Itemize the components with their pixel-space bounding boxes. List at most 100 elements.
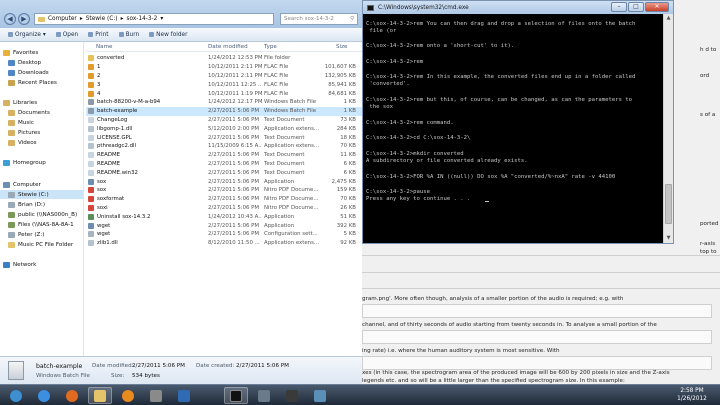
breadcrumb-drive[interactable]: Stewie (C:) (86, 16, 118, 22)
window-icon (258, 389, 270, 402)
file-row[interactable]: LICENSE.GPL 2/27/2011 5:06 PM Text Documen… (86, 133, 362, 142)
file-row[interactable]: pthreadgc2.dll 11/15/2009 6:15 A... Applic… (86, 142, 362, 151)
taskbar-app-10[interactable] (308, 387, 332, 404)
file-date: 2/27/2011 5:06 PM (208, 231, 260, 238)
scroll-down-arrow[interactable]: ▼ (664, 234, 673, 243)
scroll-thumb[interactable] (665, 184, 672, 224)
background-text-line: r-axis (700, 241, 716, 247)
file-row[interactable]: soxformat 2/27/2011 5:06 PM Nitro PDF Docu… (86, 195, 362, 204)
cmd-scrollbar[interactable]: ▲ ▼ (663, 14, 673, 243)
organize-button[interactable]: Organize ▾ (8, 32, 46, 38)
file-type: Application (264, 222, 295, 229)
search-input[interactable]: Search sox-14-3-2 ⚲ (280, 13, 358, 25)
config-file-icon (88, 231, 94, 238)
taskbar-firefox[interactable] (60, 387, 84, 404)
file-row[interactable]: sox 2/27/2011 5:06 PM Nitro PDF Docume... 1… (86, 186, 362, 195)
open-button[interactable]: Open (55, 31, 79, 38)
recent-places-icon (8, 79, 15, 86)
nav-item[interactable]: Desktop (0, 58, 83, 67)
nav-item[interactable]: Computer (0, 180, 83, 189)
breadcrumb-folder[interactable]: sox-14-3-2 (126, 16, 157, 22)
taskbar-cmd[interactable] (224, 387, 248, 404)
nav-item[interactable]: Brian (D:) (0, 200, 83, 209)
new-folder-button[interactable]: New folder (149, 32, 188, 38)
nav-item[interactable]: Documents (0, 108, 83, 117)
nav-item[interactable]: Downloads (0, 68, 83, 77)
nav-item[interactable]: Recent Places (0, 78, 83, 87)
nav-item[interactable]: Network (0, 260, 83, 269)
nav-item-label: Desktop (18, 59, 42, 66)
file-row[interactable]: zlib1.dll 8/12/2010 11:50 ... Application … (86, 239, 362, 248)
file-row[interactable]: wget 2/27/2011 5:06 PM Application 392 KB (86, 221, 362, 230)
file-type: FLAC File (264, 64, 289, 71)
scroll-up-arrow[interactable]: ▲ (664, 14, 673, 23)
nav-item[interactable]: Music (0, 118, 83, 127)
details-created-label: Date created: (196, 363, 235, 369)
file-date: 2/27/2011 5:06 PM (208, 204, 260, 211)
burn-button[interactable]: Burn (118, 32, 139, 38)
nav-item[interactable]: Favorites (0, 48, 83, 57)
file-row[interactable]: soxi 2/27/2011 5:06 PM Nitro PDF Docume...… (86, 204, 362, 213)
file-row[interactable]: 3 10/12/2011 12:25 ... FLAC File 85,941 KB (86, 80, 362, 89)
file-size: 159 KB (336, 187, 356, 194)
open-label: Open (62, 31, 79, 38)
close-button[interactable]: ✕ (645, 2, 669, 12)
nav-item[interactable]: public (\\NAS000n_B) (0, 210, 83, 219)
file-row[interactable]: 1 10/12/2011 2:11 PM FLAC File 101,607 KB (86, 63, 362, 72)
file-date: 11/15/2009 6:15 A... (208, 143, 262, 150)
column-name[interactable]: Name (96, 44, 113, 50)
file-row[interactable]: README 2/27/2011 5:06 PM Text Document 11 K… (86, 151, 362, 160)
nav-item[interactable]: Files (\\NAS-8A-8A-1 (0, 220, 83, 229)
file-row[interactable]: README 2/27/2011 5:06 PM Text Document 6 KB (86, 160, 362, 169)
clock-date: 1/26/2012 (677, 395, 707, 402)
file-name: sox (97, 178, 107, 185)
file-type: Nitro PDF Docume... (264, 196, 319, 203)
details-created: 2/27/2011 5:06 PM (236, 363, 289, 369)
cmd-output[interactable]: C:\sox-14-3-2>rem You can then drag and … (366, 17, 662, 241)
clock[interactable]: 2:58 PM 1/26/2012 (672, 388, 712, 403)
taskbar-app-6[interactable] (172, 387, 196, 404)
nav-item[interactable]: Stewie (C:) (0, 190, 83, 199)
taskbar-ie[interactable] (32, 387, 56, 404)
nav-item[interactable]: Peter (Z:) (0, 230, 83, 239)
nav-item[interactable]: Homegroup (0, 158, 83, 167)
taskbar-app-8[interactable] (252, 387, 276, 404)
back-button[interactable]: ◀ (4, 13, 16, 25)
taskbar-app-9[interactable] (280, 387, 304, 404)
forward-button[interactable]: ▶ (18, 13, 30, 25)
start-orb[interactable] (4, 387, 28, 404)
taskbar-mediaplayer[interactable] (116, 387, 140, 404)
column-date[interactable]: Date modified (208, 44, 248, 50)
minimize-button[interactable]: – (611, 2, 627, 12)
print-button[interactable]: Print (88, 32, 109, 38)
nav-item[interactable]: Libraries (0, 98, 83, 107)
file-row[interactable]: batch-88200-v-M-a-b94 1/24/2012 12:17 PM W… (86, 98, 362, 107)
nav-item[interactable]: Pictures (0, 128, 83, 137)
nav-item[interactable]: Music PC File Folder (0, 240, 83, 249)
file-row[interactable]: 2 10/12/2011 2:11 PM FLAC File 132,905 KB (86, 72, 362, 81)
file-row[interactable]: 4 10/12/2011 1:19 PM FLAC File 84,681 KB (86, 89, 362, 98)
folder-icon (8, 241, 15, 248)
file-row[interactable]: converted 1/24/2012 12:53 PM File folder (86, 54, 362, 63)
file-row[interactable]: ChangeLog 2/27/2011 5:06 PM Text Document 7… (86, 116, 362, 125)
file-row[interactable]: README.win32 2/27/2011 5:06 PM Text Docume… (86, 168, 362, 177)
file-row[interactable]: Uninstall sox-14.3.2 1/24/2012 10:43 A...… (86, 212, 362, 221)
column-type[interactable]: Type (264, 44, 277, 50)
file-size: 6 KB (343, 169, 356, 176)
maximize-button[interactable]: □ (628, 2, 644, 12)
internet-explorer-icon (38, 389, 50, 402)
file-name: LICENSE.GPL (97, 134, 132, 141)
details-name: batch-example (36, 363, 83, 370)
taskbar-explorer[interactable] (88, 387, 112, 404)
column-size[interactable]: Size (336, 44, 347, 50)
file-row[interactable]: sox 2/27/2011 5:06 PM Application 2,475 KB (86, 177, 362, 186)
file-row[interactable]: wget 2/27/2011 5:06 PM Configuration sett.… (86, 230, 362, 239)
file-row[interactable]: libgomp-1.dll 5/12/2010 2:00 PM Applicatio… (86, 124, 362, 133)
nav-item[interactable]: Videos (0, 138, 83, 147)
breadcrumb-computer[interactable]: Computer (48, 16, 77, 22)
file-row[interactable]: batch-example 2/27/2011 5:06 PM Windows Ba… (86, 106, 362, 116)
file-name: sox (97, 187, 107, 194)
taskbar-app-5[interactable] (144, 387, 168, 404)
file-name: 2 (97, 72, 101, 79)
address-bar[interactable]: Computer ▸ Stewie (C:) ▸ sox-14-3-2 ▾ (34, 13, 274, 25)
